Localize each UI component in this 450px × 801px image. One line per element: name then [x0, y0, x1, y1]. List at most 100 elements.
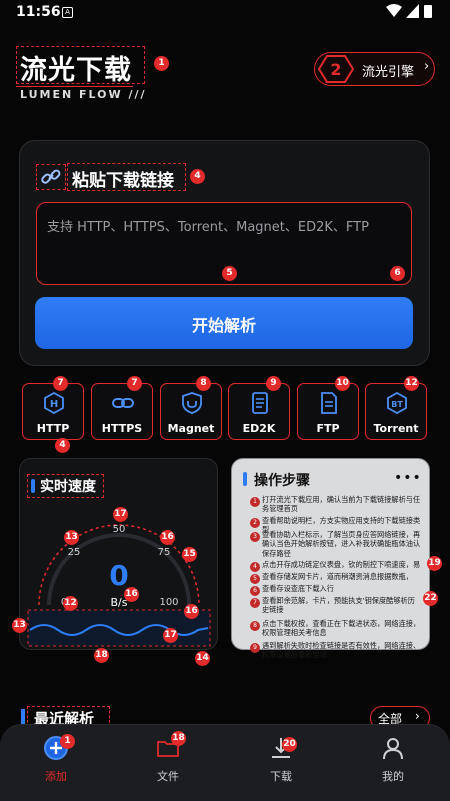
annotation-marker: 17: [163, 628, 178, 643]
nav-item-add[interactable]: 添加: [16, 735, 96, 784]
annotation-marker: 4: [55, 438, 70, 453]
annotation-marker: 1: [154, 56, 169, 71]
annotation-marker: 10: [335, 376, 350, 391]
nav-label: 下载: [270, 770, 292, 783]
nav-label: 我的: [382, 770, 404, 783]
speed-value: 0: [109, 559, 128, 592]
annotation-marker: 19: [427, 556, 442, 571]
gauge-label-25: 25: [68, 547, 81, 558]
step-number: 7: [250, 598, 260, 608]
protocol-chip-ftp[interactable]: FTP: [297, 383, 359, 440]
svg-text:BT: BT: [391, 400, 403, 409]
annotation-marker: 16: [160, 530, 175, 545]
annotation-marker: 12: [63, 596, 78, 611]
link-icon: [41, 169, 61, 184]
protocol-chip-magnet[interactable]: Magnet: [160, 383, 222, 440]
app-title: 流光下载: [20, 55, 132, 86]
annotation-marker: 13: [64, 530, 79, 545]
chevron-right-icon: ›: [415, 709, 420, 723]
nav-label: 文件: [157, 770, 179, 783]
step-text: 查看存储发网卡片，道而稍潮资消息报据数瓶，: [262, 572, 413, 581]
logo-divider: [16, 86, 133, 87]
step-number: 9: [250, 643, 260, 653]
annotation-marker: 6: [390, 266, 405, 281]
step-text: 遇到解析失败时检查链接是否有效性，网络连接、权限设置后重新尝试: [262, 641, 421, 660]
annotation-marker: 17: [113, 507, 128, 522]
speed-gauge: 50 25 75 0 100 0 B/s: [27, 524, 211, 647]
nav-item-files[interactable]: 文件: [128, 735, 208, 784]
step-number: 2: [250, 518, 260, 528]
annotation-marker: 18: [94, 648, 109, 663]
nav-label: 添加: [45, 770, 67, 783]
chevron-right-icon: ›: [424, 59, 430, 74]
protocol-label: FTP: [316, 422, 340, 435]
engine-label: 流光引擎: [362, 65, 415, 80]
step-number: 1: [250, 497, 260, 507]
link-input-placeholder: 支持 HTTP、HTTPS、Torrent、Magnet、ED2K、FTP: [47, 220, 369, 235]
protocol-chip-ed2k[interactable]: ED2K: [228, 383, 290, 440]
step-number: 8: [250, 621, 260, 631]
step-text: 打开流光下载应用，确认当前为下载链接解析与任务管理首页: [262, 495, 421, 514]
annotation-marker: 20: [282, 737, 297, 752]
speed-title-accent: [31, 479, 35, 493]
step-text: 点击开存成功链定仪表盘，钦的制控下喷速度，易: [262, 560, 421, 569]
protocol-chip-https[interactable]: HTTPS: [91, 383, 153, 440]
wifi-icon: [386, 4, 402, 17]
magnet-icon: [182, 392, 202, 414]
engine-hex-icon: 2: [318, 55, 354, 83]
annotation-marker: 18: [171, 731, 186, 746]
annotation-marker: 4: [190, 169, 205, 184]
step-text: 查看协助入栏标示，了解当页身应答网络链接，再确认当色开始解析按钮，进入补我状确能…: [262, 530, 421, 558]
gauge-label-75: 75: [158, 547, 171, 558]
annotation-marker: 8: [196, 376, 211, 391]
gauge-label-50: 50: [113, 524, 126, 535]
status-time: 11:56: [16, 4, 61, 20]
annotation-marker: 16: [124, 587, 139, 602]
annotation-marker: 7: [53, 376, 68, 391]
nav-item-download[interactable]: 下载: [241, 735, 321, 784]
engine-number: 2: [330, 60, 341, 79]
annotation-marker: 13: [12, 618, 27, 633]
protocol-label: Torrent: [373, 422, 419, 435]
ed2k-icon: [252, 392, 268, 414]
protocol-label: HTTPS: [101, 422, 143, 435]
torrent-icon: BT: [387, 392, 407, 414]
annotation-marker: 12: [404, 376, 419, 391]
step-number: 4: [250, 562, 260, 572]
status-bar: 11:56 A: [0, 0, 450, 26]
annotation-marker: 1: [60, 734, 75, 749]
svg-text:H: H: [50, 399, 58, 410]
app-subtitle: LUMEN FLOW ///: [20, 88, 147, 101]
protocol-chip-torrent[interactable]: BT Torrent: [365, 383, 427, 440]
steps-title-accent: [243, 472, 247, 486]
annotation-marker: 16: [184, 604, 199, 619]
annotation-marker: 14: [195, 651, 210, 666]
ftp-icon: [321, 392, 337, 414]
nav-item-profile[interactable]: 我的: [353, 735, 433, 784]
step-number: 6: [250, 586, 260, 596]
step-text: 点击下载权按，查看正在下载进状态，网络连接，权限管理相关考信息: [262, 619, 421, 638]
notification-icon: A: [62, 7, 73, 18]
signal-icon: [406, 4, 419, 18]
annotation-marker: 9: [266, 376, 281, 391]
https-icon: [112, 398, 134, 408]
protocol-label: Magnet: [167, 422, 215, 435]
step-number: 5: [250, 574, 260, 584]
protocol-chip-http[interactable]: H HTTP: [22, 383, 84, 440]
step-number: 3: [250, 532, 260, 542]
start-parse-label: 开始解析: [191, 316, 256, 335]
speed-title: 实时速度: [40, 479, 96, 495]
protocol-label: HTTP: [36, 422, 70, 435]
annotation-marker: 7: [127, 376, 142, 391]
steps-title: 操作步骤: [254, 473, 310, 489]
step-text: 查看存设查底下载入行: [262, 584, 334, 593]
protocol-label: ED2K: [242, 422, 276, 435]
paste-card-title: 粘贴下载链接: [72, 171, 174, 191]
step-text: 查看卸余范解，卡片，预能执支'钥保度酷够析历史链接: [262, 596, 415, 615]
http-icon: H: [44, 392, 64, 414]
annotation-marker: 5: [222, 266, 237, 281]
gauge-label-100: 100: [159, 597, 178, 608]
more-icon[interactable]: •••: [394, 470, 422, 486]
profile-icon: [383, 738, 403, 760]
annotation-marker: 15: [182, 547, 197, 562]
